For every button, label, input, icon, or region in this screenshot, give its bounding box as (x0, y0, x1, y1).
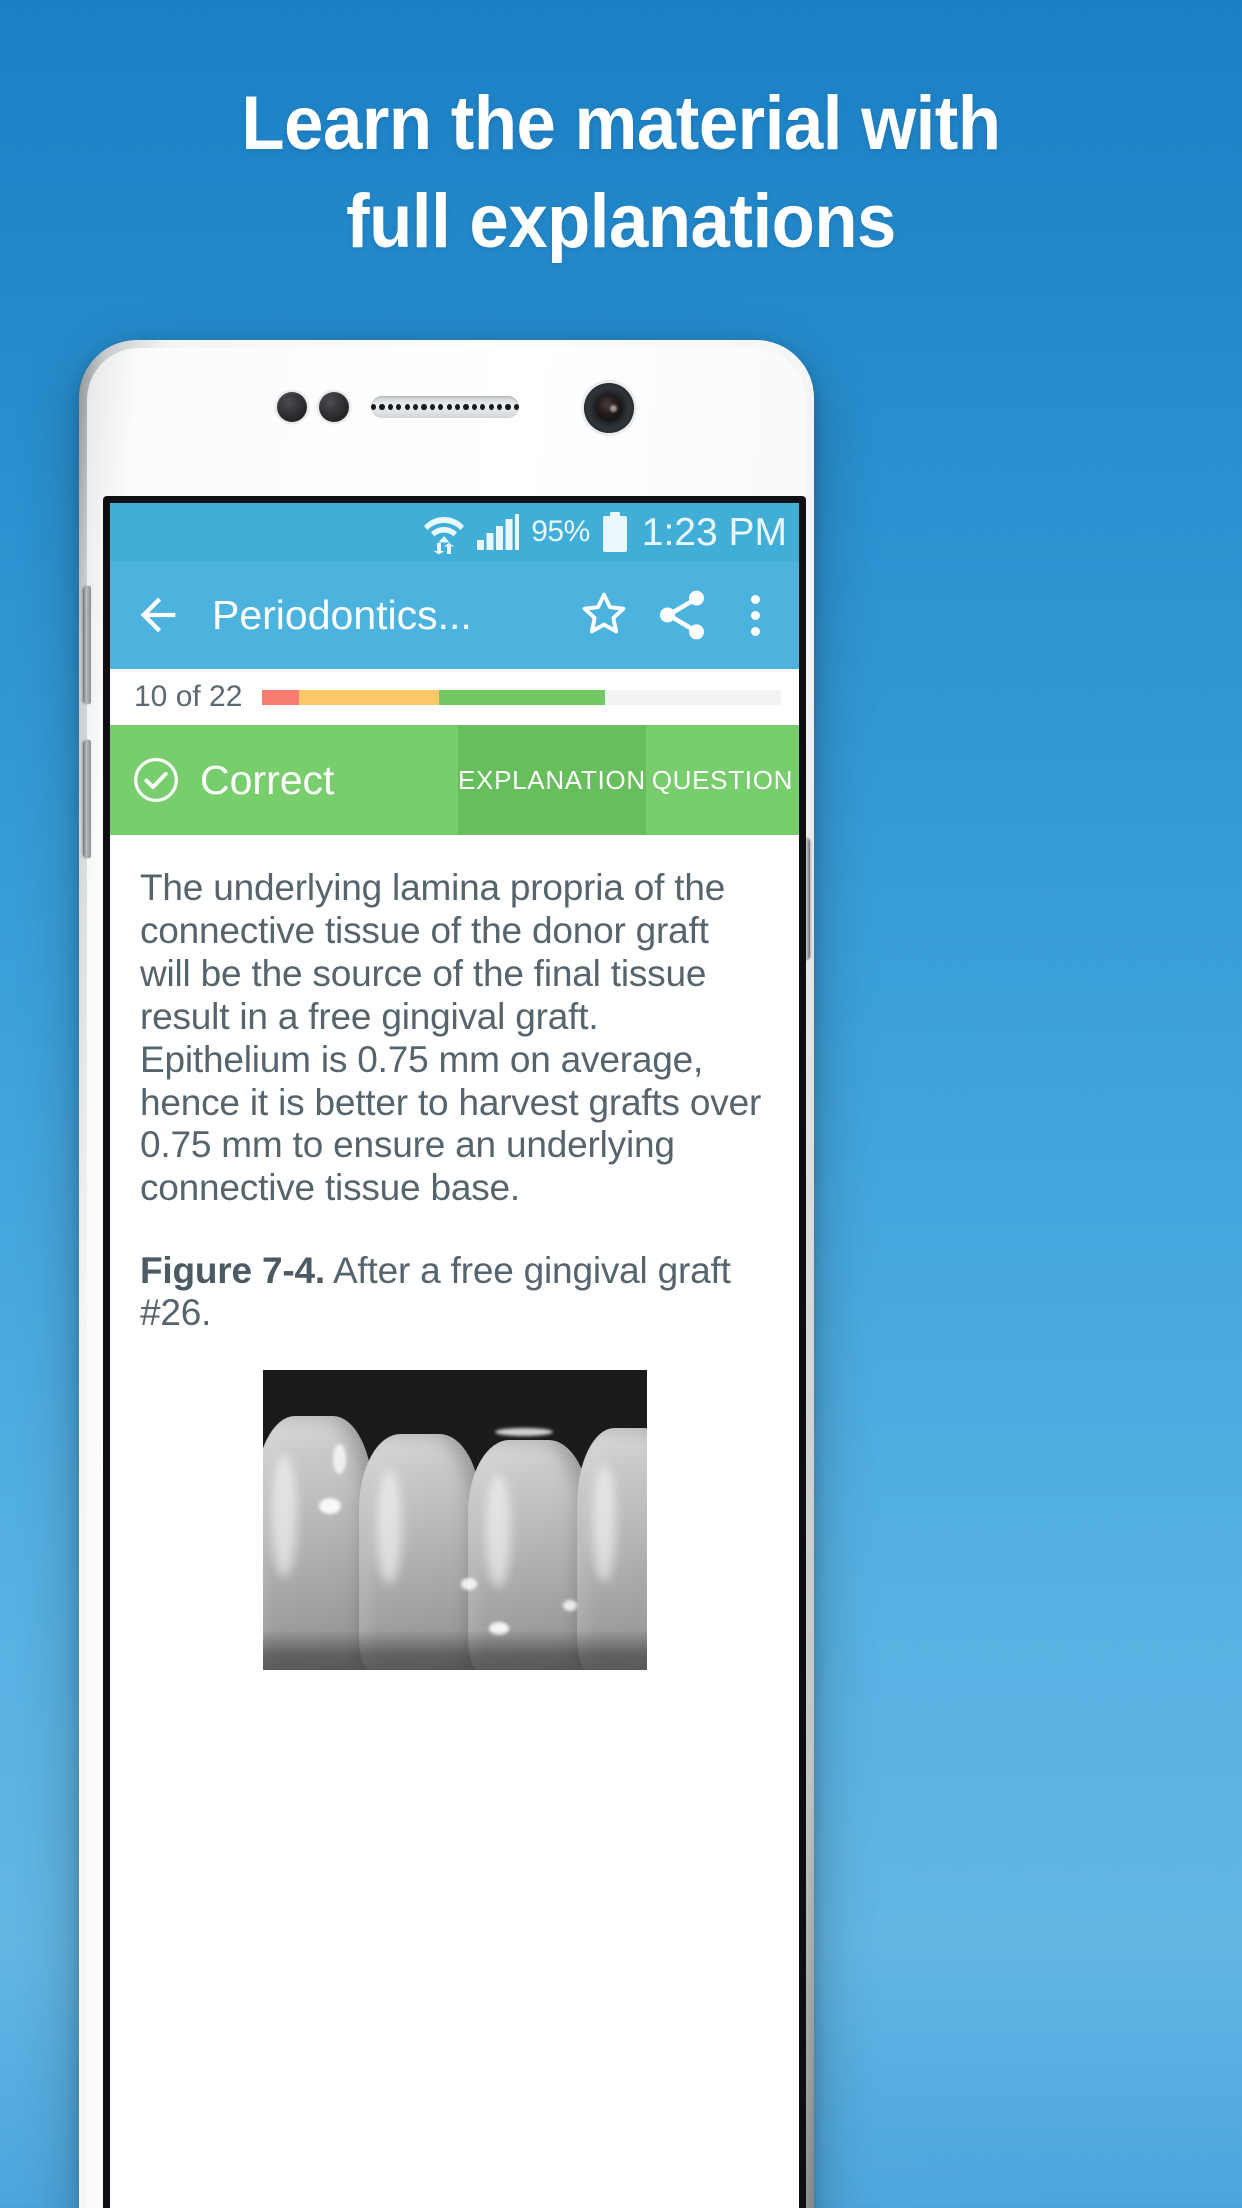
earpiece-speaker-grille (371, 396, 519, 418)
app-toolbar: Periodontics... (110, 561, 799, 669)
status-bar-clock: 1:23 PM (641, 510, 787, 554)
wifi-with-data-transfer-icon (424, 517, 465, 554)
answer-tab-bar: Correct EXPLANATION QUESTION (110, 725, 799, 835)
progress-segment-incorrect (262, 689, 299, 705)
status-badge: Correct (110, 725, 458, 835)
figure-clinical-photo[interactable] (262, 1370, 647, 1671)
cellular-signal-bars-icon (477, 514, 520, 550)
progress-segment-remaining (604, 689, 781, 705)
status-bar: 95% 1:23 PM (110, 503, 799, 561)
status-badge-label: Correct (200, 756, 335, 803)
explanation-content[interactable]: The underlying lamina propria of the con… (110, 835, 799, 2208)
figure-label: Figure 7-4. (140, 1250, 325, 1292)
headline-line-2: full explanations (346, 179, 896, 264)
more-vertical-icon[interactable] (735, 586, 775, 644)
battery-full-icon (602, 512, 627, 552)
front-camera-icon (584, 383, 634, 433)
phone-body: 95% 1:23 PM Periodontics... 10 of 22 Cor… (79, 340, 814, 2208)
progress-bar (262, 689, 781, 705)
headline-line-1: Learn the material with (241, 81, 1001, 166)
volume-up-button[interactable] (83, 586, 91, 704)
volume-down-button[interactable] (83, 740, 91, 858)
proximity-sensor-icon (277, 392, 307, 422)
phone-screen: 95% 1:23 PM Periodontics... 10 of 22 Cor… (110, 503, 799, 2208)
tab-question-label: QUESTION (651, 764, 794, 795)
explanation-paragraph: The underlying lamina propria of the con… (140, 867, 762, 1209)
tab-explanation[interactable]: EXPLANATION (458, 725, 646, 835)
arrow-left-icon[interactable] (132, 589, 184, 641)
tab-question[interactable]: QUESTION (646, 725, 799, 835)
star-outline-icon[interactable] (575, 586, 633, 644)
tab-explanation-label: EXPLANATION (458, 764, 646, 795)
quiz-progress-row: 10 of 22 (110, 669, 799, 725)
promo-headline: Learn the material with full explanation… (0, 86, 1242, 260)
photo-grain-overlay (262, 1370, 647, 1671)
phone-inner-frame: 95% 1:23 PM Periodontics... 10 of 22 Cor… (83, 348, 810, 2208)
progress-segment-partial (298, 689, 439, 705)
page-title: Periodontics... (212, 591, 472, 638)
figure-caption: Figure 7-4. After a free gingival graft … (140, 1250, 769, 1334)
check-circle-outline-icon (134, 758, 178, 802)
phone-mockup: 95% 1:23 PM Periodontics... 10 of 22 Cor… (79, 340, 814, 2208)
progress-counter-label: 10 of 22 (134, 680, 243, 713)
light-sensor-icon (319, 392, 349, 422)
screen-bezel: 95% 1:23 PM Periodontics... 10 of 22 Cor… (103, 496, 806, 2208)
battery-percent-label: 95% (531, 515, 590, 548)
share-nodes-icon[interactable] (653, 586, 711, 644)
progress-segment-correct (438, 689, 605, 705)
